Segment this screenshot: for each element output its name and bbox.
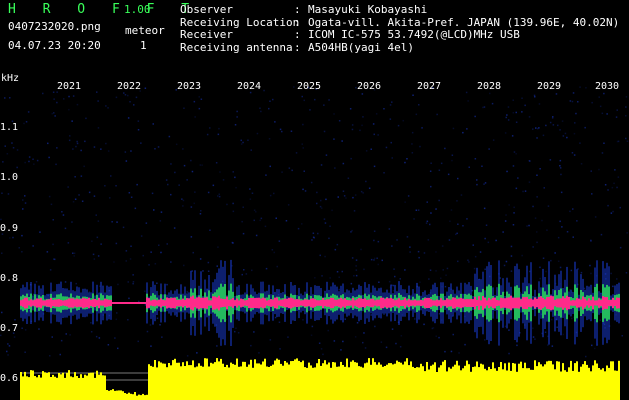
info-separator: : (294, 3, 308, 16)
info-separator: : (294, 28, 308, 41)
x-tick-label: 2024 (237, 81, 262, 92)
x-tick-label: 2026 (357, 81, 382, 92)
info-key: Observer (180, 3, 233, 16)
info-key: Receiver (180, 28, 233, 41)
y-tick-label: 0.7 (0, 323, 19, 334)
x-tick-label: 2030 (595, 81, 620, 92)
x-tick-label: 2027 (417, 81, 442, 92)
info-row-observer: Observer: Masayuki Kobayashi (180, 3, 619, 17)
info-value: A504HB(yagi 4el) (308, 40, 414, 54)
signal-level-strip (20, 358, 620, 400)
app-brand: H R O F F T (8, 2, 199, 17)
app-version: 1.00 (124, 3, 151, 16)
x-tick-label: 2025 (297, 81, 322, 92)
y-tick-label: 0.6 (0, 373, 19, 384)
image-filename: 0407232020.png (8, 20, 101, 33)
y-tick-label: 0.8 (0, 273, 19, 284)
info-row-receiver: Receiver: ICOM IC-575 53.7492(@LCD)MHz U… (180, 28, 619, 42)
spectrogram-plot (0, 86, 629, 400)
info-value: ICOM IC-575 53.7492(@LCD)MHz USB (308, 28, 520, 41)
info-value: Masayuki Kobayashi (308, 3, 428, 16)
info-separator: : (294, 40, 308, 54)
header-panel: H R O F F T 1.00 0407232020.png meteor 0… (0, 0, 629, 76)
x-tick-label: 2023 (177, 81, 202, 92)
x-tick-label: 2022 (117, 81, 142, 92)
y-tick-label: 1.0 (0, 172, 19, 183)
station-info: Observer: Masayuki Kobayashi Receiving L… (180, 3, 619, 55)
x-tick-label: 2021 (57, 81, 82, 92)
capture-timestamp: 04.07.23 20:20 (8, 39, 101, 52)
x-tick-label: 2028 (477, 81, 502, 92)
x-tick-label: 2029 (537, 81, 562, 92)
meteor-label: meteor (125, 24, 165, 37)
y-tick-label: 0.9 (0, 223, 19, 234)
y-tick-label: 1.1 (0, 122, 19, 133)
info-row-antenna: Receiving antenna: A504HB(yagi 4el) (180, 40, 619, 55)
frequency-unit-label: kHz (1, 73, 20, 84)
signal-band (20, 259, 620, 346)
info-key: Receiving antenna (180, 40, 293, 54)
meteor-count: 1 (140, 39, 147, 52)
